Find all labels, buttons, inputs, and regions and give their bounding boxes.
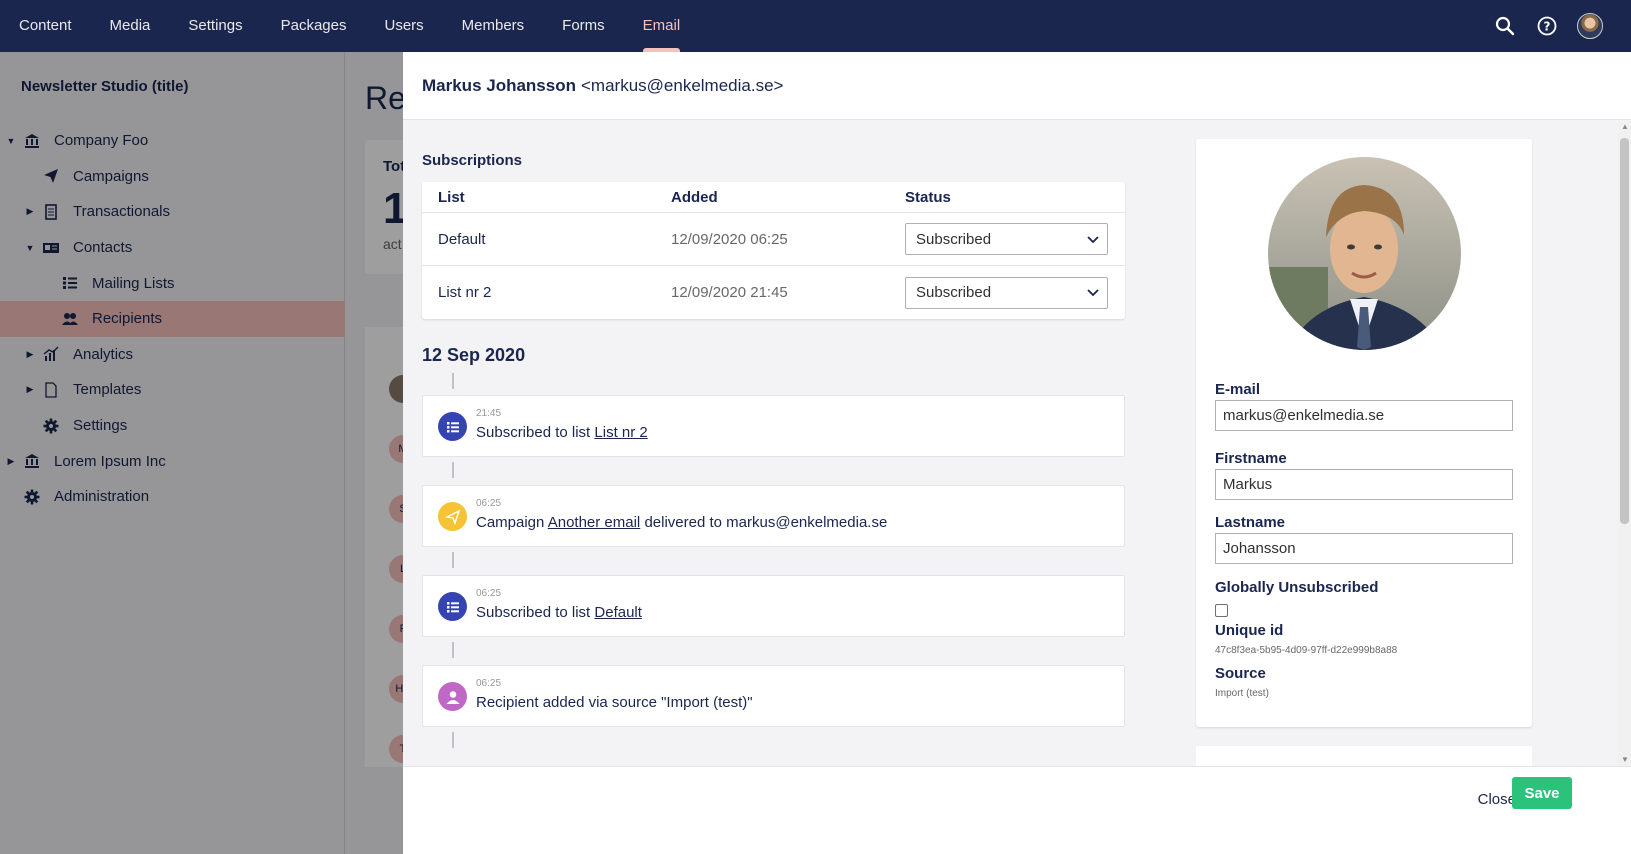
recipient-info-card: E-mail Firstname Lastname Globally Unsub… [1196, 139, 1532, 727]
event-text-post: delivered to markus@enkelmedia.se [640, 514, 888, 531]
col-list: List [438, 188, 465, 206]
scrollbar-thumb[interactable] [1620, 138, 1629, 524]
nav-tab-content[interactable]: Content [0, 0, 91, 52]
panel-scrollbar[interactable]: ▲ ▼ [1618, 120, 1631, 766]
col-added: Added [671, 188, 718, 206]
paper-plane-icon [438, 502, 467, 531]
event-description: Subscribed to list Default [476, 604, 642, 621]
unsubscribed-checkbox[interactable] [1215, 604, 1228, 617]
top-navigation-bar: Content Media Settings Packages Users Members… [0, 0, 1631, 52]
panel-header: Markus Johansson <markus@enkelmedia.se> [403, 52, 1631, 120]
nav-tab-media[interactable]: Media [91, 0, 170, 52]
col-status: Status [905, 188, 951, 206]
event-time: 21:45 [476, 408, 502, 419]
timeline-connector [452, 642, 454, 658]
list-icon [438, 592, 467, 621]
scroll-up-icon[interactable]: ▲ [1621, 122, 1629, 131]
timeline-date: 12 Sep 2020 [422, 345, 526, 365]
cell-status: Subscribed [890, 276, 1125, 309]
save-button[interactable]: Save [1512, 777, 1572, 809]
panel-footer: Close Save [403, 766, 1631, 854]
source-label: Source [1215, 665, 1266, 682]
event-text: Campaign [476, 514, 548, 531]
table-header: List Added Status [422, 182, 1125, 213]
event-description: Recipient added via source "Import (test… [476, 694, 753, 711]
user-icon [438, 682, 467, 711]
event-text: Recipient added via source "Import (test… [476, 694, 753, 711]
search-icon[interactable] [1493, 14, 1517, 38]
nav-tab-members[interactable]: Members [443, 0, 544, 52]
user-avatar[interactable] [1577, 13, 1603, 39]
firstname-label: Firstname [1215, 450, 1287, 467]
event-time: 06:25 [476, 498, 502, 509]
event-time: 06:25 [476, 678, 502, 689]
recipient-name: Markus Johansson [422, 75, 576, 95]
timeline-event: 21:45 Subscribed to list List nr 2 [422, 395, 1125, 457]
cell-added: 12/09/2020 06:25 [671, 230, 788, 248]
event-text: Subscribed to list [476, 424, 595, 441]
email-label: E-mail [1215, 381, 1261, 398]
table-row: Default 12/09/2020 06:25 Subscribed [422, 213, 1125, 266]
nav-tab-packages[interactable]: Packages [262, 0, 366, 52]
timeline-connector [452, 732, 454, 748]
lastname-field[interactable] [1215, 533, 1513, 564]
event-link[interactable]: Default [594, 604, 642, 621]
cell-list: List nr 2 [438, 284, 492, 301]
event-link[interactable]: Another email [548, 514, 641, 531]
recipient-email: <markus@enkelmedia.se> [581, 75, 784, 95]
timeline-event: 06:25 Campaign Another email delivered to… [422, 485, 1125, 547]
timeline-connector [452, 552, 454, 568]
unsubscribed-label: Globally Unsubscribed [1215, 579, 1379, 596]
recipient-photo [1268, 157, 1461, 350]
event-time: 06:25 [476, 588, 502, 599]
subscriptions-table: List Added Status Default 12/09/2020 06:2… [422, 182, 1125, 319]
cell-added: 12/09/2020 21:45 [671, 284, 788, 301]
nav-tab-forms[interactable]: Forms [543, 0, 624, 52]
modal-backdrop[interactable] [0, 52, 403, 854]
status-value: Subscribed [916, 230, 992, 248]
event-description: Campaign Another email delivered to mark… [476, 514, 887, 531]
unique-id-value: 47c8f3ea-5b95-4d09-97ff-d22e999b8a88 [1215, 645, 1398, 656]
recipient-detail-panel: Markus Johansson <markus@enkelmedia.se> … [403, 52, 1631, 854]
email-field[interactable] [1215, 400, 1513, 431]
firstname-field[interactable] [1215, 469, 1513, 500]
nav-tab-users[interactable]: Users [365, 0, 442, 52]
status-select[interactable]: Subscribed [905, 276, 1108, 309]
status-value: Subscribed [916, 284, 992, 301]
list-icon [438, 412, 467, 441]
timeline-event: 06:25 Subscribed to list Default [422, 575, 1125, 637]
chevron-down-icon [1087, 284, 1099, 301]
unique-id-label: Unique id [1215, 622, 1284, 639]
status-select[interactable]: Subscribed [905, 223, 1108, 255]
nav-tab-settings[interactable]: Settings [169, 0, 261, 52]
nav-tab-email[interactable]: Email [624, 0, 700, 52]
table-row: List nr 2 12/09/2020 21:45 Subscribed [422, 266, 1125, 319]
lastname-label: Lastname [1215, 514, 1286, 531]
timeline-event: 06:25 Recipient added via source "Import … [422, 665, 1125, 727]
cell-status: Subscribed [890, 223, 1125, 255]
cell-list: Default [438, 230, 486, 248]
event-text: Subscribed to list [476, 604, 595, 621]
timeline-connector [452, 462, 454, 478]
top-icons: ? [1493, 0, 1603, 52]
help-icon[interactable]: ? [1535, 14, 1559, 38]
timeline-connector [452, 373, 454, 389]
scroll-down-icon[interactable]: ▼ [1621, 755, 1629, 764]
close-button[interactable]: Close [1478, 791, 1516, 808]
svg-text:?: ? [1544, 20, 1551, 34]
section-tabs: Content Media Settings Packages Users Members… [0, 0, 699, 52]
source-value: Import (test) [1215, 688, 1269, 699]
subscriptions-title: Subscriptions [422, 152, 523, 169]
event-description: Subscribed to list List nr 2 [476, 424, 648, 441]
chevron-down-icon [1087, 231, 1099, 248]
event-link[interactable]: List nr 2 [594, 424, 647, 441]
